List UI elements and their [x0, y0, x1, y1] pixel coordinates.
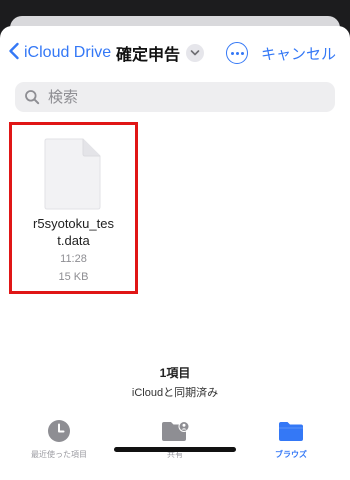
folder-title-menu[interactable]: 確定申告 [116, 40, 205, 66]
ellipsis-dot [240, 51, 244, 55]
ellipsis-dot [235, 51, 239, 55]
chevron-left-icon [8, 42, 20, 65]
home-indicator [114, 447, 236, 452]
item-count: 1項目 [159, 366, 191, 380]
back-button-label: iCloud Drive [24, 44, 112, 61]
tab-browse-label: ブラウズ [275, 450, 307, 459]
clock-icon [44, 418, 74, 444]
tab-recents-label: 最近使った項目 [31, 450, 87, 459]
tab-shared[interactable]: 共有 [130, 418, 220, 468]
file-name: r5syotoku_tes t.data [12, 215, 135, 249]
ellipsis-dot [230, 51, 234, 55]
document-icon [43, 138, 101, 210]
file-name-line-1: r5syotoku_tes [33, 216, 114, 231]
back-button[interactable]: iCloud Drive [8, 40, 111, 66]
chevron-down-icon [186, 44, 205, 62]
search-bar[interactable] [15, 82, 335, 112]
cancel-button[interactable]: キャンセル [261, 43, 336, 64]
file-item[interactable]: r5syotoku_tes t.data 11:28 15 KB [9, 122, 138, 294]
file-size: 15 KB [58, 271, 89, 283]
file-picker-sheet: iCloud Drive 確定申告 キャンセル 検索 r5syotoku_tes… [0, 26, 350, 480]
search-icon [24, 89, 40, 105]
sync-status: iCloudと同期済み [131, 387, 219, 399]
tab-browse[interactable]: ブラウズ [246, 418, 336, 468]
file-modified-time: 11:28 [60, 253, 87, 265]
tab-bar: 最近使った項目 共有 ブラウズ [0, 418, 350, 468]
folder-icon [276, 418, 306, 444]
navigation-bar: iCloud Drive 確定申告 キャンセル [0, 26, 350, 78]
tab-recents[interactable]: 最近使った項目 [14, 418, 104, 468]
shared-folder-icon [160, 418, 190, 444]
page-title: 確定申告 [116, 47, 181, 64]
search-input[interactable] [46, 87, 320, 107]
more-options-button[interactable] [226, 42, 248, 64]
file-name-line-2: t.data [57, 233, 90, 248]
